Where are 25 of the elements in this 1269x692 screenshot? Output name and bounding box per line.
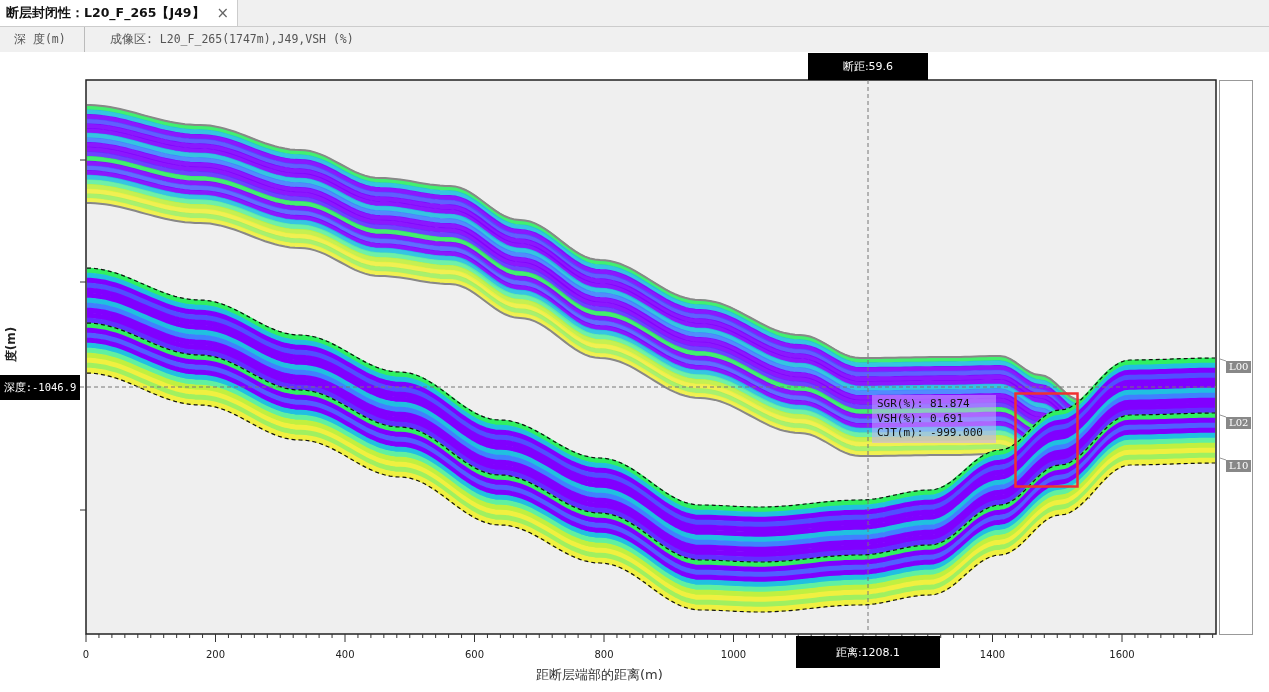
x-tick-label: 600: [464, 649, 485, 660]
info-line: CJT(m): -999.000: [877, 426, 984, 441]
layer-label: L02: [1226, 417, 1252, 429]
x-tick-label: 1600: [1109, 649, 1135, 660]
layer-label: L00: [1226, 361, 1252, 373]
y-axis-label: 度(m): [5, 326, 19, 363]
selection-rectangle[interactable]: [1014, 392, 1079, 488]
x-tick-label: 1000: [720, 649, 747, 660]
layer-label: L10: [1226, 460, 1252, 472]
depth-readout: 深度:-1046.9: [0, 375, 80, 400]
section-column-header: 成像区: L20_F_265(1747m),J49,VSH (%): [109, 32, 354, 47]
depth-column-header: 深 度(m): [0, 27, 85, 52]
x-tick-label: 0: [82, 649, 90, 660]
x-tick-label: 800: [594, 649, 614, 660]
distance-readout: 距离:1208.1: [796, 636, 940, 668]
info-line: SGR(%): 81.874: [877, 397, 971, 412]
close-icon[interactable]: ×: [216, 4, 230, 22]
document-tab[interactable]: 断层封闭性：L20_F_265【J49】 ×: [0, 0, 239, 26]
x-tick-label: 1400: [979, 649, 1006, 660]
info-line: VSH(%): 0.691: [877, 411, 965, 426]
x-tick-label: 200: [205, 649, 226, 660]
x-tick-label: 400: [335, 649, 355, 660]
x-axis-label: 距断层端部的距离(m): [536, 666, 663, 684]
tab-title: 断层封闭性：L20_F_265【J49】: [6, 4, 205, 22]
fault-throw-readout: 断距:59.6: [808, 53, 928, 80]
